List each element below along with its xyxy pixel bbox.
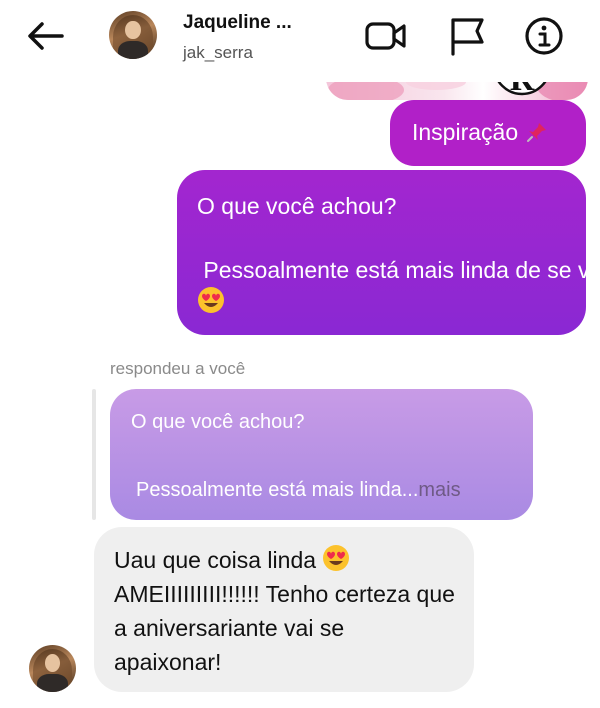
report-button[interactable]: [444, 14, 488, 58]
message-line: O que você achou?: [197, 193, 397, 219]
contact-username: jak_serra: [183, 43, 253, 62]
sender-avatar[interactable]: [29, 645, 76, 692]
contact-avatar[interactable]: [109, 11, 157, 59]
quoted-line: Pessoalmente está mais linda...mais: [136, 479, 461, 501]
quoted-line: O que você achou?: [131, 411, 305, 433]
heart-eyes-emoji-icon: [323, 545, 350, 571]
flag-icon: [451, 18, 484, 56]
more-link[interactable]: mais: [418, 479, 460, 501]
received-message[interactable]: Uau que coisa linda AMEIIIIIIIII!!!!!! T…: [94, 527, 474, 692]
back-button[interactable]: [22, 14, 70, 58]
quoted-message[interactable]: O que você achou? Pessoalmente está mais…: [110, 389, 533, 520]
pushpin-icon: [526, 123, 546, 142]
info-icon: [525, 17, 563, 55]
sent-message-question[interactable]: O que você achou? Pessoalmente está mais…: [177, 170, 600, 335]
info-button[interactable]: [522, 14, 566, 58]
video-camera-icon: [365, 22, 406, 50]
message-line: Pessoalmente está mais linda de se ver!: [197, 254, 600, 318]
sent-message-inspiracao[interactable]: Inspiração: [390, 100, 586, 166]
chat-header: Jaqueline ... jak_serra: [0, 0, 600, 82]
video-call-button[interactable]: [364, 14, 408, 58]
back-arrow-icon: [28, 22, 64, 50]
message-text: AMEIIIIIIIII!!!!!! Tenho certeza que a a…: [114, 581, 455, 675]
contact-name[interactable]: Jaqueline ...: [183, 12, 292, 34]
heart-eyes-emoji-icon: [198, 287, 224, 313]
message-text: Inspiração: [412, 119, 519, 145]
reply-indicator-bar: [92, 389, 96, 520]
replied-label: respondeu a você: [110, 359, 246, 378]
message-text: Uau que coisa linda: [114, 547, 323, 573]
